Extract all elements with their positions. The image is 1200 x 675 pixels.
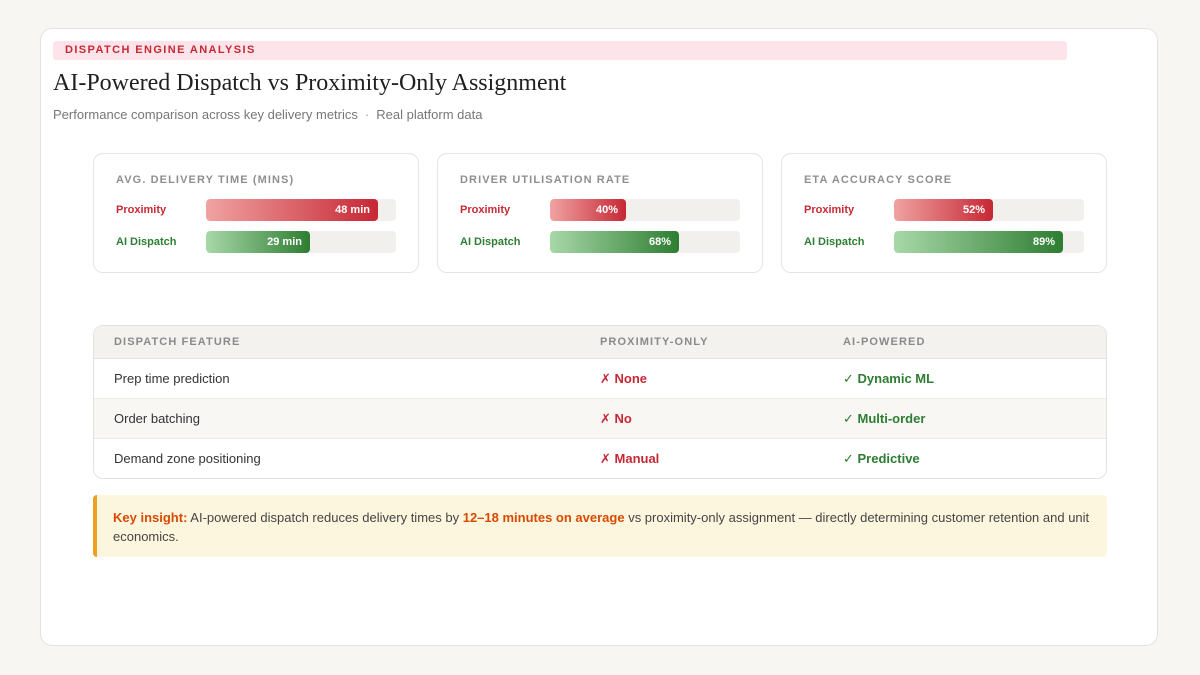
metric-card-eta-accuracy: ETA ACCURACY SCORE Proximity 52% AI Disp… <box>781 153 1107 273</box>
chart-title: DRIVER UTILISATION RATE <box>460 174 631 186</box>
page-title: AI-Powered Dispatch vs Proximity-Only As… <box>53 70 567 96</box>
bar-track: 48 min <box>206 199 396 221</box>
chart-title: ETA ACCURACY SCORE <box>804 174 953 186</box>
data-label: 89% <box>1032 236 1055 248</box>
data-label: 40% <box>595 204 618 216</box>
bar-track: 68% <box>550 231 740 253</box>
section-eyebrow: DISPATCH ENGINE ANALYSIS <box>53 41 1067 60</box>
category-label-proximity: Proximity <box>804 204 855 216</box>
subtitle-source: Real platform data <box>376 107 483 122</box>
table-row: Prep time prediction ✗ None ✓ Dynamic ML <box>94 359 1106 399</box>
column-header-ai: AI-POWERED <box>843 336 926 348</box>
bar-track: 52% <box>894 199 1084 221</box>
subtitle-separator: · <box>364 107 370 122</box>
category-label-proximity: Proximity <box>116 204 167 216</box>
table-row: Demand zone positioning ✗ Manual ✓ Predi… <box>94 439 1106 478</box>
feature-cell: Demand zone positioning <box>114 451 261 466</box>
column-header-proximity: PROXIMITY-ONLY <box>600 336 709 348</box>
key-insight-callout: Key insight: AI-powered dispatch reduces… <box>93 495 1107 557</box>
chart-title: AVG. DELIVERY TIME (MINS) <box>116 174 295 186</box>
bar-ai-dispatch: 68% <box>550 231 679 253</box>
ai-cell: ✓ Dynamic ML <box>843 371 935 386</box>
bar-proximity: 48 min <box>206 199 378 221</box>
insight-lead: Key insight: <box>113 510 188 525</box>
table-header: DISPATCH FEATURE PROXIMITY-ONLY AI-POWER… <box>94 326 1106 359</box>
metric-card-utilisation: DRIVER UTILISATION RATE Proximity 40% AI… <box>437 153 763 273</box>
bar-ai-dispatch: 89% <box>894 231 1063 253</box>
insight-text: AI-powered dispatch reduces delivery tim… <box>187 510 463 525</box>
category-label-ai-dispatch: AI Dispatch <box>460 236 521 248</box>
category-label-ai-dispatch: AI Dispatch <box>116 236 177 248</box>
data-label: 52% <box>962 204 985 216</box>
bar-proximity: 40% <box>550 199 626 221</box>
feature-comparison-table: DISPATCH FEATURE PROXIMITY-ONLY AI-POWER… <box>93 325 1107 479</box>
category-label-proximity: Proximity <box>460 204 511 216</box>
ai-cell: ✓ Predictive <box>843 451 920 466</box>
data-label: 68% <box>648 236 671 248</box>
table-row: Order batching ✗ No ✓ Multi-order <box>94 399 1106 439</box>
bar-track: 29 min <box>206 231 396 253</box>
bar-track: 40% <box>550 199 740 221</box>
page-subtitle: Performance comparison across key delive… <box>53 107 482 122</box>
proximity-cell: ✗ No <box>600 411 632 426</box>
subtitle-description: Performance comparison across key delive… <box>53 107 358 122</box>
proximity-cell: ✗ Manual <box>600 451 660 466</box>
insight-highlight: 12–18 minutes on average <box>462 510 625 525</box>
bar-track: 89% <box>894 231 1084 253</box>
feature-cell: Order batching <box>114 411 200 426</box>
category-label-ai-dispatch: AI Dispatch <box>804 236 865 248</box>
feature-cell: Prep time prediction <box>114 371 230 386</box>
metric-card-delivery-time: AVG. DELIVERY TIME (MINS) Proximity 48 m… <box>93 153 419 273</box>
data-label: 29 min <box>267 236 302 248</box>
ai-cell: ✓ Multi-order <box>843 411 926 426</box>
column-header-feature: DISPATCH FEATURE <box>114 336 241 348</box>
proximity-cell: ✗ None <box>600 371 648 386</box>
bar-proximity: 52% <box>894 199 993 221</box>
data-label: 48 min <box>335 204 370 216</box>
bar-ai-dispatch: 29 min <box>206 231 310 253</box>
